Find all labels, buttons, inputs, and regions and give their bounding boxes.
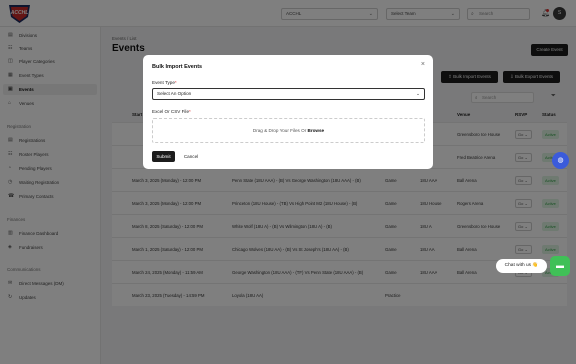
required-asterisk: * — [189, 109, 191, 114]
chat-with-us-pill[interactable]: Chat with us 👋 — [496, 259, 547, 273]
file-label: Excel Or CSV File* — [152, 109, 191, 114]
bulk-import-modal: Bulk Import Events × Event Type* Select … — [143, 55, 433, 169]
close-icon[interactable]: × — [421, 61, 425, 68]
chat-launcher-icon[interactable]: ▬ — [550, 256, 570, 276]
file-dropzone[interactable]: Drag & Drop Your Files Or Browse — [152, 118, 425, 143]
event-type-label-text: Event Type — [152, 80, 175, 85]
cancel-button[interactable]: Cancel — [180, 151, 202, 162]
submit-button[interactable]: Submit — [152, 151, 175, 162]
event-type-label: Event Type* — [152, 80, 177, 85]
modal-title: Bulk Import Events — [152, 64, 203, 70]
chevron-down-icon: ⌄ — [416, 91, 420, 96]
event-type-select[interactable]: Select An Option ⌄ — [152, 88, 425, 100]
event-type-select-value: Select An Option — [157, 91, 192, 96]
support-chat-icon[interactable]: ◍ — [552, 152, 569, 169]
browse-link[interactable]: Browse — [308, 128, 325, 133]
file-label-text: Excel Or CSV File — [152, 109, 190, 114]
required-asterisk: * — [174, 80, 177, 85]
dropzone-text: Drag & Drop Your Files Or — [252, 128, 308, 133]
